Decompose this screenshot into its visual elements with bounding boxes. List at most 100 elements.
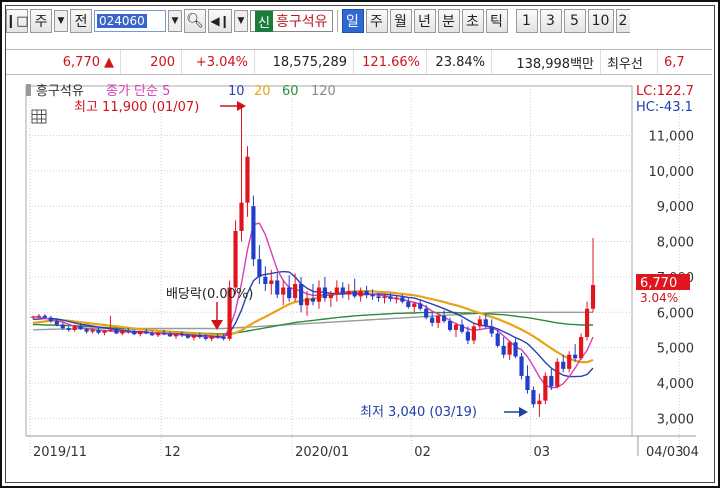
candle-body [590, 285, 596, 309]
layout-icon[interactable]: ❙□ [5, 9, 29, 33]
candle-body [48, 317, 53, 322]
candle-body [555, 361, 560, 387]
legend-ma10: 10 [228, 84, 245, 99]
up-arrow-icon: ▲ [104, 54, 114, 70]
candle-body [453, 324, 459, 330]
candle-body [400, 297, 405, 302]
candle-body [287, 287, 292, 299]
stock-code-input[interactable]: 024060 [94, 10, 166, 32]
candle-body [382, 296, 387, 299]
change-amount: 200 [121, 50, 182, 74]
candle-body [269, 280, 274, 284]
candle-body [531, 390, 536, 405]
price-chart[interactable]: 11,00010,0009,0008,0007,0006,0005,0004,0… [6, 78, 712, 462]
candle-body [322, 287, 328, 299]
candle-body [251, 206, 256, 260]
period-minute-tab[interactable]: 분 [437, 9, 460, 33]
interval-3-button[interactable]: 3 [539, 9, 562, 33]
interval-1-button[interactable]: 1 [515, 9, 538, 33]
candle-body [346, 291, 351, 295]
preferred-label: 최우선 [601, 50, 658, 74]
candle-body [525, 375, 530, 391]
candle-body [293, 283, 298, 299]
candle-body [281, 287, 286, 295]
candle-body [60, 324, 65, 329]
candle-body [501, 345, 506, 355]
y-tick-label: 11,000 [649, 129, 695, 144]
candle-body [519, 356, 524, 376]
candle-body [245, 156, 250, 203]
candle-body [447, 321, 453, 330]
lc-label: LC:122.7 [636, 84, 694, 99]
period-tick-tab[interactable]: 틱 [485, 9, 508, 33]
change-percent: +3.04% [182, 50, 255, 74]
candle-body [257, 259, 262, 277]
period-month-tab[interactable]: 월 [389, 9, 412, 33]
candle-body [275, 280, 280, 295]
candle-body [441, 315, 447, 322]
candle-body [549, 375, 554, 387]
candle-body [179, 334, 185, 336]
candle-body [573, 354, 578, 359]
interval-2-button[interactable]: 2 [615, 9, 630, 33]
candle-body [36, 315, 42, 317]
legend-ma120: 120 [311, 84, 336, 99]
candle-body [436, 315, 441, 323]
toolbar: ❙□ 주 ▼ 전 024060 ▼ 🔍︎ ◀❙ ▼ 신 흥구석유 일 주 월 년… [5, 6, 712, 36]
legend-ma60: 60 [282, 84, 299, 99]
speaker-dropdown-icon[interactable]: ▼ [234, 10, 248, 32]
candle-body [66, 328, 71, 330]
candle-body [376, 296, 381, 299]
candle-body [138, 331, 143, 335]
candle-body [161, 332, 167, 335]
candle-body [239, 202, 244, 231]
candle-body [388, 296, 393, 299]
period-week-tab[interactable]: 주 [365, 9, 388, 33]
new-badge: 신 [255, 10, 273, 32]
candle-body [316, 287, 322, 302]
candle-body [579, 337, 584, 359]
y-tick-label: 4,000 [657, 377, 694, 392]
interval-5-button[interactable]: 5 [563, 9, 586, 33]
candle-body [370, 294, 375, 297]
candle-body [430, 317, 435, 323]
candle-body [263, 276, 268, 284]
candle-body [561, 361, 566, 369]
code-dropdown-icon[interactable]: ▼ [168, 10, 182, 32]
candle-body [108, 329, 113, 331]
candle-body [483, 319, 488, 327]
candle-body [78, 326, 83, 330]
y-tick-label: 3,000 [657, 412, 694, 427]
candle-body [584, 308, 590, 338]
candle-body [358, 291, 363, 297]
search-icon[interactable]: 🔍︎ [184, 9, 206, 33]
candle-body [507, 342, 512, 355]
candle-body [126, 330, 131, 332]
candle-body [537, 400, 542, 405]
candle-body [42, 315, 47, 318]
market-dropdown-icon[interactable]: ▼ [54, 10, 68, 32]
legend-ma20: 20 [254, 84, 271, 99]
candle-body [150, 333, 155, 336]
candle-body [406, 301, 411, 307]
period-year-tab[interactable]: 년 [413, 9, 436, 33]
interval-10-button[interactable]: 10 [587, 9, 614, 33]
stock-code-value: 024060 [97, 14, 147, 28]
candle-body [72, 326, 77, 330]
jeon-button[interactable]: 전 [70, 9, 92, 33]
market-select[interactable]: 주 [30, 9, 52, 33]
y-tick-label: 10,000 [649, 165, 695, 180]
candle-body [221, 337, 226, 339]
speaker-icon[interactable]: ◀❙ [208, 9, 232, 33]
period-second-tab[interactable]: 초 [461, 9, 484, 33]
candle-body [418, 303, 423, 309]
candle-body [102, 330, 107, 333]
trade-amount: 138,998백만 [492, 50, 601, 74]
candle-body [543, 375, 548, 401]
candle-body [513, 342, 518, 357]
legend-ma5: 종가 단순 5 [106, 84, 170, 99]
candle-body [412, 303, 417, 307]
stock-name-box[interactable]: 신 흥구석유 [250, 10, 333, 32]
period-day-tab[interactable]: 일 [341, 9, 364, 33]
candle-body [465, 331, 470, 341]
